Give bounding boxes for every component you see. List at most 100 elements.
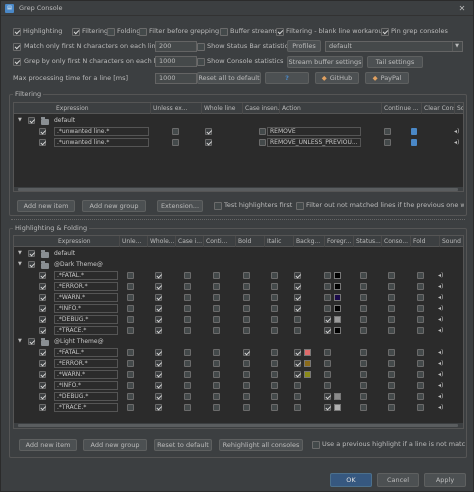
case-checkbox[interactable]: [184, 382, 191, 389]
sound-icon[interactable]: ◂): [438, 370, 443, 379]
sound-icon[interactable]: ◂): [438, 403, 443, 412]
bold-checkbox[interactable]: [243, 316, 250, 323]
foreground-swatch[interactable]: [334, 316, 341, 323]
top-option-checkbox[interactable]: [220, 28, 228, 36]
continue-checkbox[interactable]: [213, 349, 220, 356]
clear-console-icon[interactable]: [411, 139, 417, 146]
chevron-down-icon[interactable]: ▼: [18, 336, 22, 347]
filter-unless-checkbox[interactable]: [172, 128, 179, 135]
background-checkbox[interactable]: [294, 371, 301, 378]
unless-checkbox[interactable]: [127, 294, 134, 301]
status-checkbox[interactable]: [360, 305, 367, 312]
foreground-swatch[interactable]: [334, 327, 341, 334]
console-checkbox[interactable]: [388, 272, 395, 279]
bold-checkbox[interactable]: [243, 305, 250, 312]
case-checkbox[interactable]: [184, 316, 191, 323]
bold-checkbox[interactable]: [243, 404, 250, 411]
highlight-table-row[interactable]: .*ERROR.* ◂): [14, 281, 463, 292]
cancel-button[interactable]: Cancel: [377, 473, 419, 487]
row-enabled-checkbox[interactable]: [39, 272, 46, 279]
italic-checkbox[interactable]: [271, 349, 278, 356]
whole-line-checkbox[interactable]: [155, 393, 162, 400]
row-enabled-checkbox[interactable]: [39, 327, 46, 334]
row-enabled-checkbox[interactable]: [39, 360, 46, 367]
filter-whole-line-checkbox[interactable]: [205, 139, 212, 146]
case-checkbox[interactable]: [184, 349, 191, 356]
unless-checkbox[interactable]: [127, 327, 134, 334]
fold-checkbox[interactable]: [417, 305, 424, 312]
unless-checkbox[interactable]: [127, 349, 134, 356]
foreground-checkbox[interactable]: [324, 305, 331, 312]
status-checkbox[interactable]: [360, 393, 367, 400]
sound-icon[interactable]: ◂): [438, 271, 443, 280]
console-checkbox[interactable]: [388, 360, 395, 367]
case-checkbox[interactable]: [184, 294, 191, 301]
bold-checkbox[interactable]: [243, 294, 250, 301]
filter-out-checkbox[interactable]: [296, 202, 304, 210]
console-checkbox[interactable]: [388, 283, 395, 290]
filter-row-enabled-checkbox[interactable]: [39, 128, 46, 135]
expression-field[interactable]: .*INFO.*: [54, 304, 118, 313]
highlight-group-row[interactable]: ▼ @Light Theme@: [14, 336, 463, 347]
whole-line-checkbox[interactable]: [155, 283, 162, 290]
filter-group-row[interactable]: ▼ default: [14, 115, 463, 126]
fold-checkbox[interactable]: [417, 404, 424, 411]
italic-checkbox[interactable]: [271, 283, 278, 290]
filter-table-hscroll[interactable]: [14, 187, 463, 191]
highlight-column-header[interactable]: Conti...: [204, 236, 236, 247]
expression-field[interactable]: .*ERROR.*: [54, 282, 118, 291]
highlight-table-row[interactable]: .*INFO.* ◂): [14, 303, 463, 314]
top-option-checkbox[interactable]: [13, 28, 21, 36]
status-checkbox[interactable]: [360, 327, 367, 334]
fold-checkbox[interactable]: [417, 393, 424, 400]
background-checkbox[interactable]: [294, 272, 301, 279]
status-checkbox[interactable]: [360, 316, 367, 323]
whole-line-checkbox[interactable]: [155, 349, 162, 356]
whole-line-checkbox[interactable]: [155, 294, 162, 301]
foreground-checkbox[interactable]: [324, 327, 331, 334]
foreground-swatch[interactable]: [334, 294, 341, 301]
highlight-group-row[interactable]: ▼ default: [14, 248, 463, 259]
console-checkbox[interactable]: [388, 327, 395, 334]
sound-icon[interactable]: ◂): [438, 348, 443, 357]
expression-field[interactable]: .*WARN.*: [54, 293, 118, 302]
continue-checkbox[interactable]: [213, 404, 220, 411]
filter-case-checkbox[interactable]: [259, 139, 266, 146]
foreground-swatch[interactable]: [334, 305, 341, 312]
continue-checkbox[interactable]: [213, 371, 220, 378]
case-checkbox[interactable]: [184, 404, 191, 411]
expression-field[interactable]: .*TRACE.*: [54, 326, 118, 335]
highlight-group-row[interactable]: ▼ @Dark Theme@: [14, 259, 463, 270]
whole-line-checkbox[interactable]: [155, 305, 162, 312]
row-enabled-checkbox[interactable]: [39, 294, 46, 301]
foreground-checkbox[interactable]: [324, 294, 331, 301]
row-enabled-checkbox[interactable]: [39, 382, 46, 389]
highlight-column-header[interactable]: Fold: [411, 236, 440, 247]
background-checkbox[interactable]: [294, 316, 301, 323]
italic-checkbox[interactable]: [271, 382, 278, 389]
expression-field[interactable]: .*ERROR.*: [54, 359, 118, 368]
fold-checkbox[interactable]: [417, 371, 424, 378]
console-checkbox[interactable]: [388, 404, 395, 411]
filter-add-item-button[interactable]: Add new item: [17, 200, 75, 212]
bold-checkbox[interactable]: [243, 371, 250, 378]
status-checkbox[interactable]: [360, 360, 367, 367]
italic-checkbox[interactable]: [271, 327, 278, 334]
case-checkbox[interactable]: [184, 371, 191, 378]
highlight-table-row[interactable]: .*INFO.* ◂): [14, 380, 463, 391]
fold-checkbox[interactable]: [417, 294, 424, 301]
fold-checkbox[interactable]: [417, 272, 424, 279]
highlight-column-header[interactable]: Sound: [440, 236, 463, 247]
background-checkbox[interactable]: [294, 393, 301, 400]
highlight-column-header[interactable]: Unle...: [120, 236, 148, 247]
fold-checkbox[interactable]: [417, 349, 424, 356]
close-icon[interactable]: ✕: [456, 3, 468, 14]
background-swatch[interactable]: [304, 349, 311, 356]
top-option-checkbox[interactable]: [276, 28, 284, 36]
continue-checkbox[interactable]: [213, 360, 220, 367]
highlight-column-header[interactable]: Case i...: [176, 236, 204, 247]
fold-checkbox[interactable]: [417, 382, 424, 389]
group-checkbox[interactable]: [28, 338, 35, 345]
sound-icon[interactable]: ◂): [438, 304, 443, 313]
row-enabled-checkbox[interactable]: [39, 371, 46, 378]
